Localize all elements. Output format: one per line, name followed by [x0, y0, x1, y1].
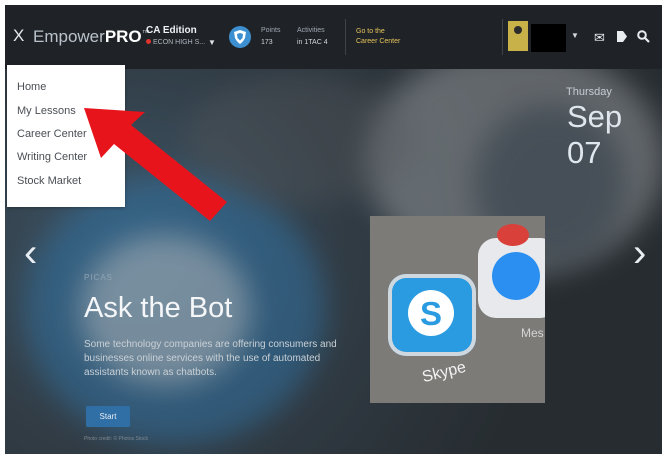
career-center-link-line1: Go to the	[356, 28, 385, 35]
user-menu-chevron-icon[interactable]: ▼	[571, 31, 579, 40]
chevron-left-icon[interactable]: ‹	[24, 231, 37, 276]
search-icon[interactable]	[637, 30, 650, 46]
activities-value: in 1TAC 4	[297, 39, 328, 46]
hero-category-tag: PICAS	[84, 273, 114, 282]
tag-icon[interactable]	[616, 30, 628, 46]
hero-title: Ask the Bot	[84, 292, 233, 324]
user-name-redacted[interactable]	[531, 24, 566, 52]
activities-label: Activities	[297, 27, 325, 34]
career-center-link[interactable]: Go to the Career Center	[356, 27, 400, 47]
photo-credit: Photo credit: © Photos Stock	[84, 436, 148, 442]
skype-app-icon: S	[388, 274, 476, 356]
divider	[345, 19, 346, 55]
notification-badge	[497, 224, 529, 246]
mail-icon[interactable]: ✉	[594, 30, 605, 46]
red-pointer-arrow-annotation	[84, 108, 227, 221]
divider	[502, 19, 503, 55]
app-frame: X EmpowerPRO™ CA Edition ECON HIGH S... …	[5, 5, 662, 454]
hero-description: Some technology companies are offering c…	[84, 339, 337, 378]
avatar[interactable]	[508, 21, 528, 51]
messenger-app-label: Mes	[521, 326, 544, 340]
points-label: Points	[261, 27, 281, 34]
hero-photo: S Skype Mes	[370, 216, 545, 403]
messenger-app-icon	[478, 238, 545, 318]
chevron-right-icon[interactable]: ›	[633, 231, 646, 276]
points-value: 173	[261, 39, 273, 46]
weekday-label: Thursday	[566, 86, 612, 98]
career-center-link-line2: Career Center	[356, 38, 401, 45]
start-button[interactable]: Start	[86, 406, 130, 427]
date-label: Sep 07	[567, 99, 623, 170]
